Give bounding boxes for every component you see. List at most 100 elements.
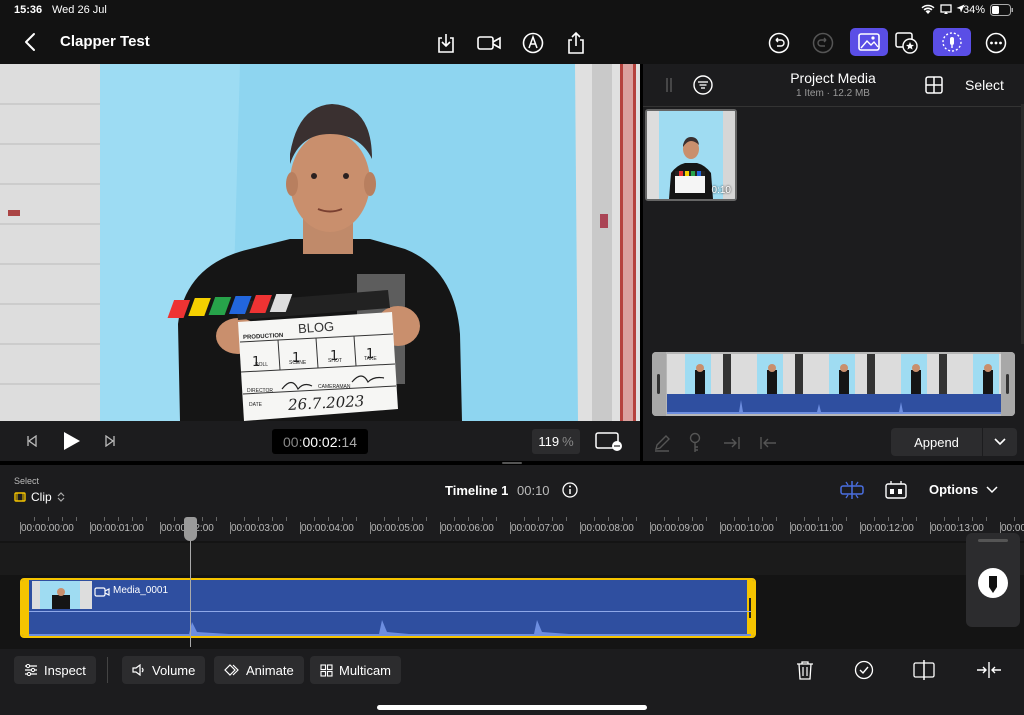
import-icon[interactable]	[433, 30, 459, 56]
photos-icon[interactable]	[850, 28, 888, 56]
multicam-button[interactable]: Multicam	[310, 656, 402, 684]
back-icon[interactable]	[18, 29, 44, 55]
mark-out-icon[interactable]	[759, 435, 777, 451]
timeline-view-icon[interactable]	[885, 480, 907, 500]
slate-shot-label: SHOT	[328, 358, 342, 364]
timeline-header: Select Clip Timeline 1 00:10 Options	[0, 465, 1024, 513]
select-mode-picker[interactable]: Clip	[14, 490, 65, 504]
filmstrip-left-handle[interactable]	[652, 352, 666, 416]
select-mode-value: Clip	[31, 490, 52, 504]
checkmark-icon[interactable]	[854, 660, 874, 680]
ruler-tick-major	[510, 522, 511, 534]
timeline-tracks[interactable]: Media_0001	[0, 533, 1024, 649]
voiceover-icon[interactable]	[520, 30, 546, 56]
play-icon[interactable]	[63, 431, 81, 451]
ruler-tick-minor	[1014, 517, 1015, 521]
animate-button[interactable]: Animate	[214, 656, 304, 684]
slate-scene-label: SCENE	[289, 360, 307, 366]
media-select-button[interactable]: Select	[965, 77, 1004, 93]
ruler-tick-major	[650, 522, 651, 534]
camera-icon[interactable]	[476, 30, 502, 56]
trash-icon[interactable]	[796, 660, 814, 680]
clip-preview-area	[643, 344, 1024, 424]
append-options-button[interactable]	[983, 428, 1017, 456]
media-title: Project Media	[790, 70, 876, 86]
info-icon[interactable]	[562, 482, 578, 498]
ruler-tick-minor	[944, 517, 945, 521]
home-indicator[interactable]	[377, 705, 647, 710]
more-icon[interactable]	[983, 30, 1009, 56]
ruler-tick-minor	[706, 517, 707, 521]
ruler-tick-minor	[972, 517, 973, 521]
inspect-button[interactable]: Inspect	[14, 656, 96, 684]
append-button[interactable]: Append	[891, 428, 982, 456]
ruler-tick-minor	[986, 517, 987, 521]
multicam-icon	[320, 663, 333, 677]
ruler-tick-minor	[412, 517, 413, 521]
ruler-tick-minor	[664, 517, 665, 521]
ruler-tick-major	[720, 522, 721, 534]
ruler-tick-minor	[202, 517, 203, 521]
filmstrip-right-handle[interactable]	[1001, 352, 1015, 416]
ruler-tick-major	[930, 522, 931, 534]
volume-label: Volume	[152, 662, 196, 678]
volume-button[interactable]: Volume	[122, 656, 206, 684]
pencil-icon[interactable]	[653, 434, 671, 452]
ruler-tick-minor	[552, 517, 553, 521]
ruler-tick-minor	[538, 517, 539, 521]
skip-forward-icon[interactable]	[104, 435, 116, 447]
clip-filmstrip[interactable]	[652, 352, 1015, 416]
ruler-tick-label: 00:00:04:00	[301, 523, 354, 534]
filter-icon[interactable]	[693, 75, 713, 95]
playhead-handle[interactable]	[184, 517, 197, 541]
media-size: 12.2 MB	[832, 88, 870, 99]
ruler-tick-major	[860, 522, 861, 534]
media-thumbnail[interactable]: 0:10	[645, 109, 737, 201]
zoom-dial-icon	[978, 568, 1008, 598]
keyword-icon[interactable]	[688, 432, 702, 454]
drag-handle-icon[interactable]	[665, 76, 673, 94]
timecode-main: 00:02:	[302, 433, 342, 450]
zoom-level[interactable]: 119%	[532, 429, 580, 454]
thumbnail-duration: 0:10	[711, 185, 731, 196]
viewer-controls: 00: 00:02: 14 119%	[0, 421, 640, 461]
ruler-tick-label: 00:00:05:00	[371, 523, 424, 534]
zoom-value: 119	[538, 434, 560, 449]
ruler-tick-label: 00:00:00:00	[21, 523, 74, 534]
slate-director-label: DIRECTOR	[247, 388, 274, 394]
video-viewer[interactable]: 1 1 1 1 BLOG PRODUCTION ROLL SCENE SHOT …	[0, 64, 640, 421]
redo-icon[interactable]	[810, 30, 836, 56]
effects-star-icon[interactable]	[894, 30, 920, 56]
battery-icon	[990, 4, 1014, 16]
focus-icon[interactable]	[933, 28, 971, 56]
skip-back-icon[interactable]	[26, 435, 38, 447]
ruler-tick-minor	[48, 517, 49, 521]
ruler-tick-minor	[244, 517, 245, 521]
ruler-tick-minor	[314, 517, 315, 521]
options-menu[interactable]: Options	[929, 482, 998, 497]
viewer-options-icon[interactable]	[595, 432, 623, 452]
zoom-control[interactable]	[966, 533, 1020, 627]
ruler-tick-minor	[454, 517, 455, 521]
ruler-tick-minor	[888, 517, 889, 521]
snapping-icon[interactable]	[840, 480, 864, 500]
ruler-tick-minor	[776, 517, 777, 521]
ruler-tick-label: 00:00:12:00	[861, 523, 914, 534]
timeline-ruler[interactable]: 00:00:00:0000:00:01:0000:00:02:0000:00:0…	[0, 513, 1024, 541]
share-icon[interactable]	[563, 30, 589, 56]
ruler-tick-minor	[846, 517, 847, 521]
mark-in-icon[interactable]	[723, 435, 741, 451]
timecode-display[interactable]: 00: 00:02: 14	[272, 429, 368, 454]
ruler-tick-label: 00:00:11:00	[791, 523, 844, 534]
undo-icon[interactable]	[766, 30, 792, 56]
timeline-clip[interactable]: Media_0001	[20, 578, 756, 638]
clip-left-handle[interactable]	[22, 580, 29, 636]
ruler-tick-minor	[328, 517, 329, 521]
split-icon[interactable]	[913, 660, 935, 680]
timecode-frames: 14	[341, 433, 357, 450]
ruler-tick-minor	[734, 517, 735, 521]
grid-view-icon[interactable]	[925, 76, 943, 94]
detach-icon[interactable]	[976, 660, 1002, 680]
media-subtitle: 1 Item · 12.2 MB	[767, 88, 899, 99]
ruler-tick-major	[20, 522, 21, 534]
